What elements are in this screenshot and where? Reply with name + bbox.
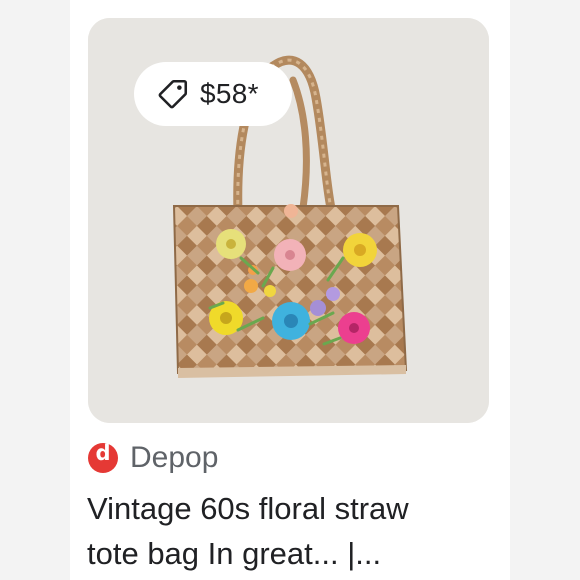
listing-title-line-1: Vintage 60s floral straw <box>87 491 409 526</box>
price-chip[interactable]: $58* <box>134 62 292 126</box>
listing-title-line-2: tote bag In great... |... <box>87 536 382 571</box>
price-label: $58* <box>200 78 259 109</box>
depop-logo-letter: d <box>95 441 111 465</box>
product-image[interactable]: $58* <box>88 18 489 423</box>
listing-title[interactable]: Vintage 60s floral straw tote bag In gre… <box>87 486 492 576</box>
price-tag-icon <box>158 79 188 109</box>
source-name: Depop <box>130 441 219 474</box>
depop-logo-icon: d <box>88 441 118 473</box>
product-card[interactable]: $58* d Depop Vintage 60s floral straw to… <box>70 0 510 580</box>
source-row[interactable]: d Depop <box>88 438 218 478</box>
